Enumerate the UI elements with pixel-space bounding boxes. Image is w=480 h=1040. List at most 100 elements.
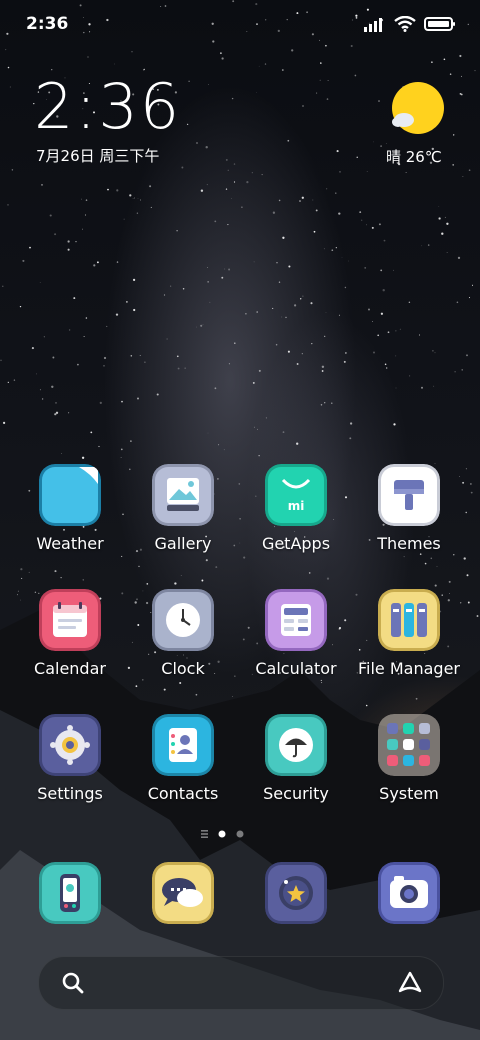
star: [214, 387, 217, 390]
star: [326, 188, 328, 190]
app-contacts[interactable]: Contacts: [123, 714, 243, 814]
app-security[interactable]: Security: [236, 714, 356, 814]
star: [228, 363, 230, 365]
star: [312, 199, 314, 201]
star: [7, 381, 9, 383]
star: [461, 369, 463, 371]
star: [207, 432, 209, 434]
star: [457, 256, 461, 260]
assistant-icon[interactable]: [397, 970, 423, 996]
star: [144, 361, 146, 363]
star: [150, 206, 152, 208]
star: [134, 197, 136, 199]
star: [438, 217, 441, 220]
star: [123, 218, 125, 220]
sunny-weather-icon[interactable]: [390, 82, 444, 136]
star: [68, 329, 71, 331]
star: [327, 80, 329, 81]
star: [393, 423, 396, 426]
star: [378, 100, 380, 102]
signal-icon: [364, 18, 382, 32]
star: [84, 214, 87, 216]
star: [395, 330, 397, 332]
star: [313, 230, 316, 233]
star: [176, 229, 178, 232]
app-label: Themes: [377, 534, 441, 553]
app-gallery[interactable]: Gallery: [123, 464, 243, 564]
star: [231, 97, 234, 100]
star: [276, 262, 278, 264]
star: [60, 576, 62, 579]
star: [434, 352, 436, 354]
app-getapps[interactable]: mi GetApps: [236, 464, 356, 564]
star: [281, 316, 283, 318]
status-bar: 2:36: [0, 0, 480, 50]
star: [321, 365, 325, 368]
star: [200, 189, 204, 192]
star: [221, 276, 224, 279]
clock-app-icon: [152, 589, 214, 651]
status-icons: [364, 16, 456, 32]
star: [325, 312, 327, 314]
search-bar[interactable]: [38, 956, 444, 1010]
star: [316, 92, 318, 94]
star: [444, 216, 446, 218]
star: [288, 265, 291, 268]
star: [227, 169, 229, 171]
dock-phone-icon[interactable]: [39, 862, 101, 924]
app-settings[interactable]: Settings: [10, 714, 130, 814]
star: [209, 301, 211, 303]
star: [231, 198, 232, 199]
star: [446, 252, 448, 253]
star: [296, 442, 299, 445]
star: [395, 387, 397, 389]
dock-camera-icon[interactable]: [378, 862, 440, 924]
dock-browser-icon[interactable]: [265, 862, 327, 924]
app-themes[interactable]: Themes: [349, 464, 469, 564]
app-folder-system[interactable]: System: [349, 714, 469, 814]
star: [252, 381, 255, 384]
star: [67, 240, 70, 243]
app-file-manager[interactable]: File Manager: [349, 589, 469, 689]
app-calculator[interactable]: Calculator: [236, 589, 356, 689]
star: [319, 79, 321, 81]
status-time: 2:36: [26, 14, 69, 34]
star: [438, 206, 440, 207]
star: [207, 281, 209, 283]
star: [115, 313, 119, 316]
star: [459, 93, 462, 95]
star: [386, 367, 388, 369]
star: [373, 351, 375, 354]
star: [331, 402, 333, 404]
star: [344, 286, 347, 289]
star: [278, 199, 281, 202]
star: [140, 199, 141, 201]
star: [7, 204, 9, 206]
star: [470, 491, 473, 494]
star: [343, 360, 346, 363]
star: [449, 73, 452, 75]
star: [81, 456, 85, 459]
star: [338, 314, 340, 316]
star: [54, 570, 57, 573]
star: [320, 62, 322, 64]
star: [195, 326, 197, 328]
star: [405, 171, 407, 173]
page-indicator[interactable]: [0, 828, 480, 840]
star: [339, 171, 341, 173]
star: [205, 146, 208, 149]
getapps-logo-text: mi: [288, 499, 305, 513]
star: [67, 248, 70, 251]
app-label: Weather: [36, 534, 104, 553]
app-weather[interactable]: Weather: [10, 464, 130, 564]
star: [106, 325, 108, 327]
star: [336, 150, 339, 153]
app-calendar[interactable]: Calendar: [10, 589, 130, 689]
star: [225, 158, 228, 161]
star: [421, 245, 423, 247]
star: [132, 278, 136, 282]
clock-widget-time[interactable]: 2:36: [34, 70, 181, 143]
star: [387, 331, 390, 334]
app-clock[interactable]: Clock: [123, 589, 243, 689]
dock-messaging-icon[interactable]: [152, 862, 214, 924]
